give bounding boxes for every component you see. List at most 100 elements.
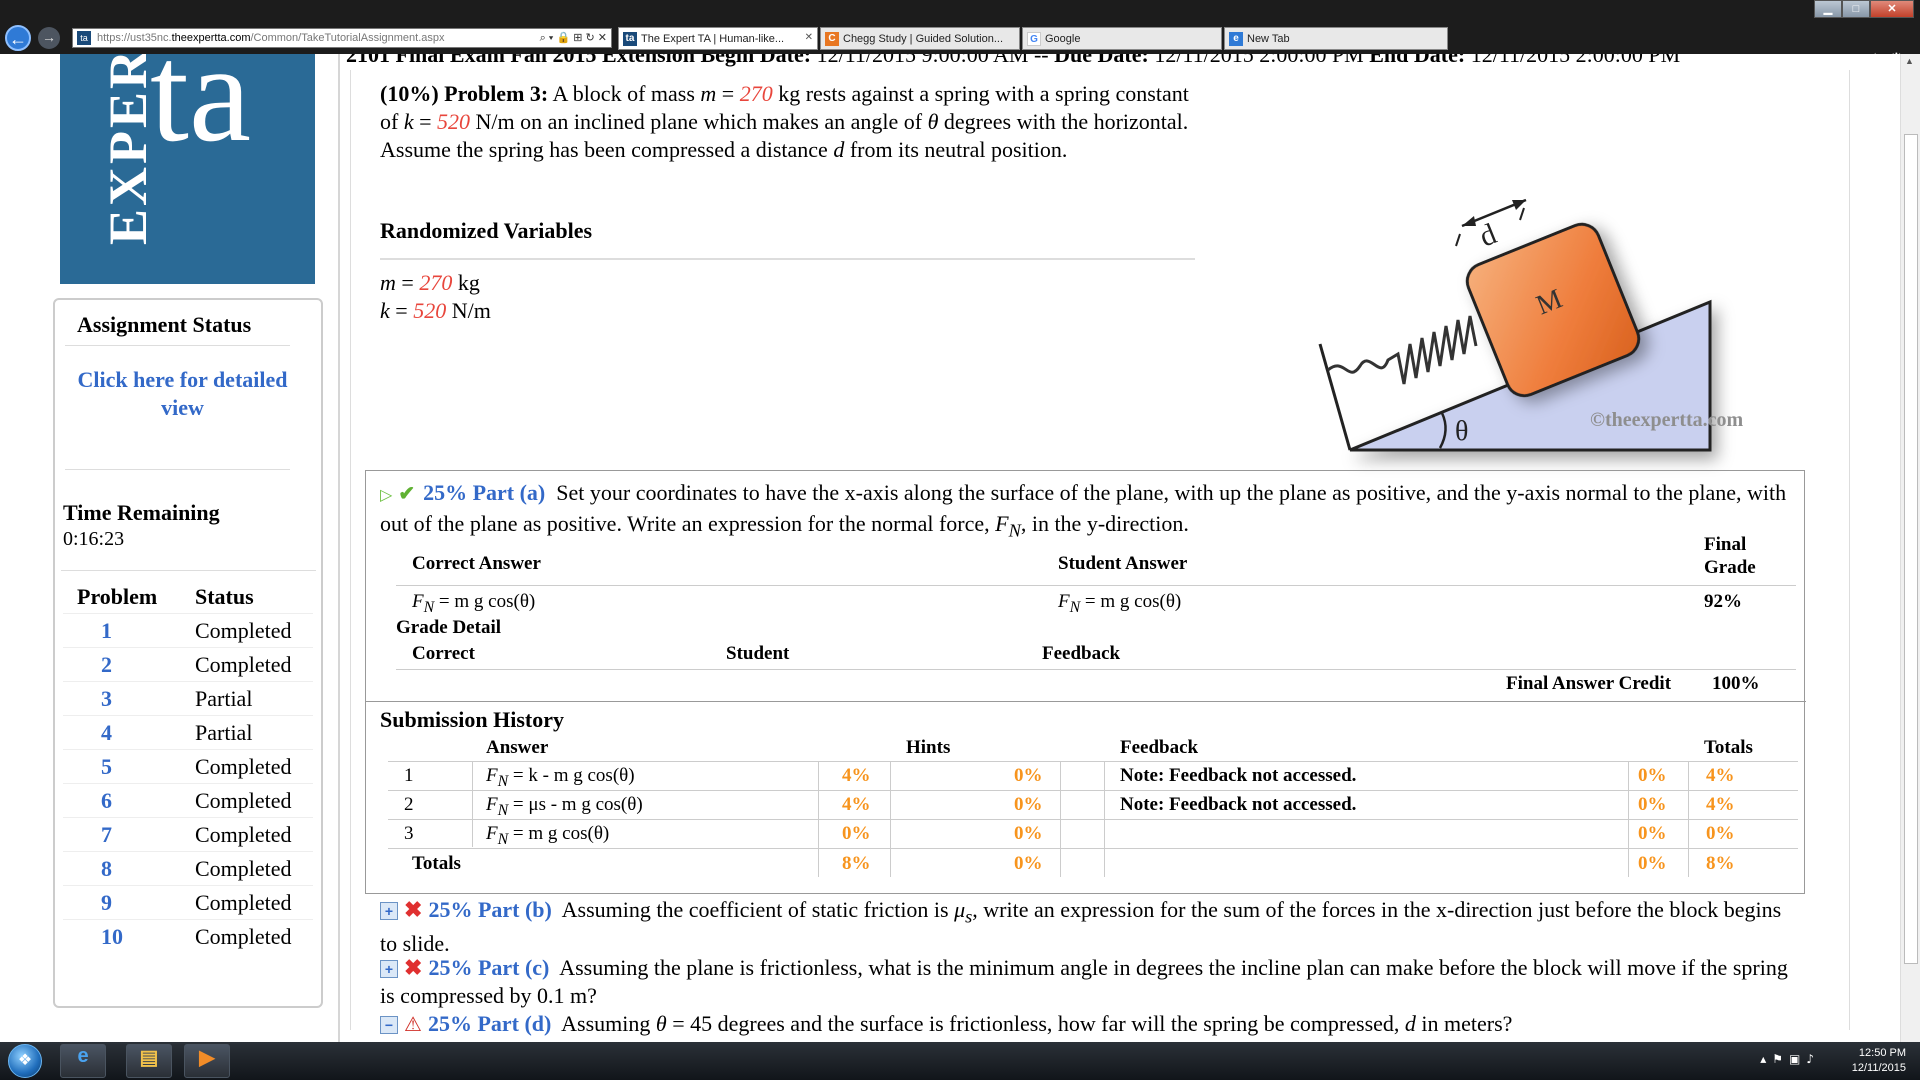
part-d-text: in meters?: [1415, 1011, 1513, 1036]
file-explorer-icon[interactable]: ▤: [126, 1044, 172, 1078]
status-title: Assignment Status: [77, 312, 252, 337]
time-remaining-label: Time Remaining: [63, 500, 220, 525]
submission-answer: FN = m g cos(θ): [486, 823, 609, 849]
submission-deduction: 0%: [842, 823, 871, 844]
incorrect-x-icon: ✖: [404, 897, 423, 922]
close-window-button[interactable]: ✕: [1870, 0, 1914, 18]
submission-hints: 0%: [1014, 823, 1043, 844]
tab-label: The Expert TA | Human-like...: [641, 33, 785, 45]
problem-number-link[interactable]: 7: [101, 822, 112, 848]
totals-pct: 8%: [842, 853, 871, 874]
tab-label: New Tab: [1247, 33, 1290, 45]
theta-symbol: θ: [927, 109, 939, 134]
back-button[interactable]: ←: [5, 25, 31, 51]
tab-close-icon[interactable]: ✕: [805, 32, 813, 43]
assignment-status-panel: Assignment Status Click here for detaile…: [53, 298, 323, 1008]
window-titlebar: ▁ □ ✕: [0, 0, 1920, 22]
action-center-flag-icon[interactable]: ⚑: [1772, 1052, 1789, 1066]
part-c-question: + ✖ 25% Part (c) Assuming the plane is fri…: [380, 954, 1800, 1010]
part-a-question: ▷ ✔ 25% Part (a) Set your coordinates to h…: [380, 479, 1790, 544]
minimize-button[interactable]: ▁: [1814, 0, 1842, 18]
internet-explorer-icon[interactable]: e: [60, 1044, 106, 1078]
part-b-label[interactable]: 25% Part (b): [428, 897, 551, 922]
equals: =: [389, 298, 414, 323]
spring-constant-symbol: k: [403, 109, 414, 134]
ie-favicon-icon: e: [1229, 32, 1243, 46]
problem-status-row: 7 Completed: [63, 817, 313, 851]
scroll-thumb[interactable]: [1904, 134, 1918, 964]
problem-status-row: 2 Completed: [63, 647, 313, 681]
student-answer-text: = m g cos(θ): [1080, 591, 1182, 612]
expand-icon[interactable]: +: [380, 960, 398, 978]
show-hidden-icon[interactable]: ▴: [1760, 1052, 1772, 1066]
problem-status-row: 1 Completed: [63, 613, 313, 647]
warning-icon: ⚠: [404, 1014, 422, 1036]
url-domain: theexpertta.com: [171, 32, 251, 44]
answer-text: = μs - m g cos(θ): [508, 794, 643, 815]
address-controls-icon[interactable]: ⌕ ▾ 🔒 ⊞ ↻ ✕: [540, 31, 607, 45]
play-icon[interactable]: ▷: [380, 482, 392, 510]
network-icon[interactable]: ▣: [1789, 1052, 1806, 1066]
problem-status: Completed: [195, 924, 292, 949]
totals-label: Totals: [412, 853, 461, 874]
submission-total: 4%: [1706, 765, 1735, 786]
start-button[interactable]: ❖: [8, 1044, 42, 1078]
expand-icon[interactable]: +: [380, 902, 398, 920]
address-bar[interactable]: ta https://ust35nc.theexpertta.com/Commo…: [72, 28, 612, 48]
media-player-icon[interactable]: ▶: [184, 1044, 230, 1078]
submission-answer: FN = μs - m g cos(θ): [486, 794, 643, 820]
mu-symbol: μ: [954, 897, 966, 922]
volume-icon[interactable]: ♪: [1806, 1052, 1820, 1066]
detailed-view-link[interactable]: Click here for detailed view: [75, 366, 290, 422]
problem-number-link[interactable]: 1: [101, 618, 112, 644]
system-clock[interactable]: 12:50 PM 12/11/2015: [1852, 1046, 1906, 1076]
spring-constant-value: 520: [413, 298, 447, 323]
submission-total: 4%: [1706, 794, 1735, 815]
vertical-scrollbar[interactable]: ▲: [1900, 54, 1920, 1042]
spring-constant-symbol: k: [380, 298, 390, 323]
divider: [380, 258, 1195, 260]
problem-number-link[interactable]: 10: [101, 924, 123, 950]
gd-feedback-header: Feedback: [1042, 643, 1121, 664]
problem-number-link[interactable]: 9: [101, 890, 112, 916]
part-d-label[interactable]: 25% Part (d): [428, 1011, 551, 1036]
part-b-question: + ✖ 25% Part (b) Assuming the coefficient …: [380, 896, 1800, 958]
part-a-label[interactable]: 25% Part (a): [423, 480, 545, 505]
totals-feedback: 0%: [1638, 853, 1667, 874]
student-answer-value: FN = m g cos(θ): [1058, 591, 1181, 617]
problem-number-link[interactable]: 6: [101, 788, 112, 814]
problem-number-link[interactable]: 8: [101, 856, 112, 882]
problem-status-row: 3 Partial: [63, 681, 313, 715]
part-c-label[interactable]: 25% Part (c): [428, 955, 549, 980]
scroll-up-arrow-icon[interactable]: ▲: [1905, 56, 1914, 66]
problem-number-link[interactable]: 4: [101, 720, 112, 746]
problem-status: Completed: [195, 652, 292, 677]
tab-new[interactable]: e New Tab: [1224, 27, 1448, 50]
tab-expertta[interactable]: ta The Expert TA | Human-like... ✕: [618, 27, 818, 50]
submission-total: 0%: [1706, 823, 1735, 844]
windows-taskbar: ❖ e ▤ ▶ ▴⚑▣♪ 12:50 PM 12/11/2015: [0, 1042, 1920, 1080]
problem-list: 1 Completed 2 Completed 3 Partial 4 Partial 5 Com…: [63, 613, 313, 953]
problem-number-link[interactable]: 3: [101, 686, 112, 712]
problem-status-row: 9 Completed: [63, 885, 313, 919]
collapse-icon[interactable]: −: [380, 1016, 398, 1034]
final-grade-header: Final Grade: [1704, 534, 1756, 578]
tab-google[interactable]: G Google: [1022, 27, 1222, 50]
part-b-text: Assuming the coefficient of static frict…: [561, 897, 955, 922]
forward-button[interactable]: →: [38, 27, 60, 49]
problem-text: N/m on an inclined plane which makes an …: [470, 109, 928, 134]
student-answer-header: Student Answer: [1058, 553, 1188, 574]
d-label: d: [1475, 217, 1501, 253]
assignment-header: 2101 Final Exam Fall 2015 Extension Begi…: [346, 54, 1836, 68]
problem-number-link[interactable]: 5: [101, 754, 112, 780]
sh-totals-header: Totals: [1704, 737, 1753, 758]
problem-number-link[interactable]: 2: [101, 652, 112, 678]
mass-symbol: m: [700, 81, 717, 106]
url-path: /Common/TakeTutorialAssignment.aspx: [250, 32, 445, 44]
problem-status-row: 6 Completed: [63, 783, 313, 817]
maximize-button[interactable]: □: [1842, 0, 1870, 18]
tab-chegg[interactable]: C Chegg Study | Guided Solution...: [820, 27, 1020, 50]
randomized-spring-constant: k = 520 N/m: [380, 298, 491, 324]
totals-total: 8%: [1706, 853, 1735, 874]
submission-feedback-pct: 0%: [1638, 823, 1667, 844]
